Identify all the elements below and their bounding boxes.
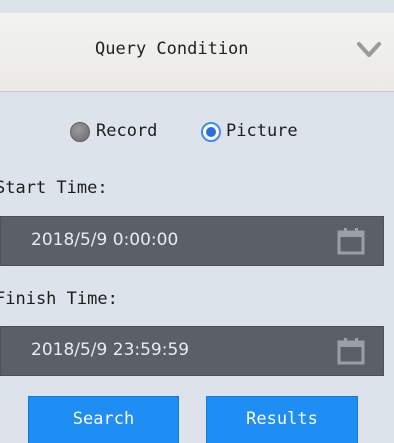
finish-time-label: Finish Time: <box>0 289 118 309</box>
search-button[interactable]: Search <box>28 396 179 443</box>
mode-radio-group: Record Picture <box>0 118 394 148</box>
calendar-icon[interactable] <box>336 336 366 366</box>
record-radio-label[interactable]: Record <box>96 121 157 141</box>
record-radio[interactable] <box>70 122 90 142</box>
header-title: Query Condition <box>95 39 249 59</box>
start-time-field[interactable]: 2018/5/9 0:00:00 <box>0 216 384 266</box>
picture-radio[interactable] <box>201 122 221 142</box>
query-panel: Query Condition Record Picture Start Tim… <box>0 0 394 443</box>
start-time-label: Start Time: <box>0 178 108 198</box>
finish-time-field[interactable]: 2018/5/9 23:59:59 <box>0 326 384 376</box>
finish-time-value: 2018/5/9 23:59:59 <box>31 340 190 360</box>
query-condition-header[interactable]: Query Condition <box>0 12 394 92</box>
results-button[interactable]: Results <box>206 396 358 443</box>
picture-radio-dot <box>206 127 216 137</box>
picture-radio-label[interactable]: Picture <box>226 121 298 141</box>
start-time-value: 2018/5/9 0:00:00 <box>31 230 179 250</box>
calendar-icon[interactable] <box>336 226 366 256</box>
chevron-down-icon[interactable] <box>356 40 382 60</box>
